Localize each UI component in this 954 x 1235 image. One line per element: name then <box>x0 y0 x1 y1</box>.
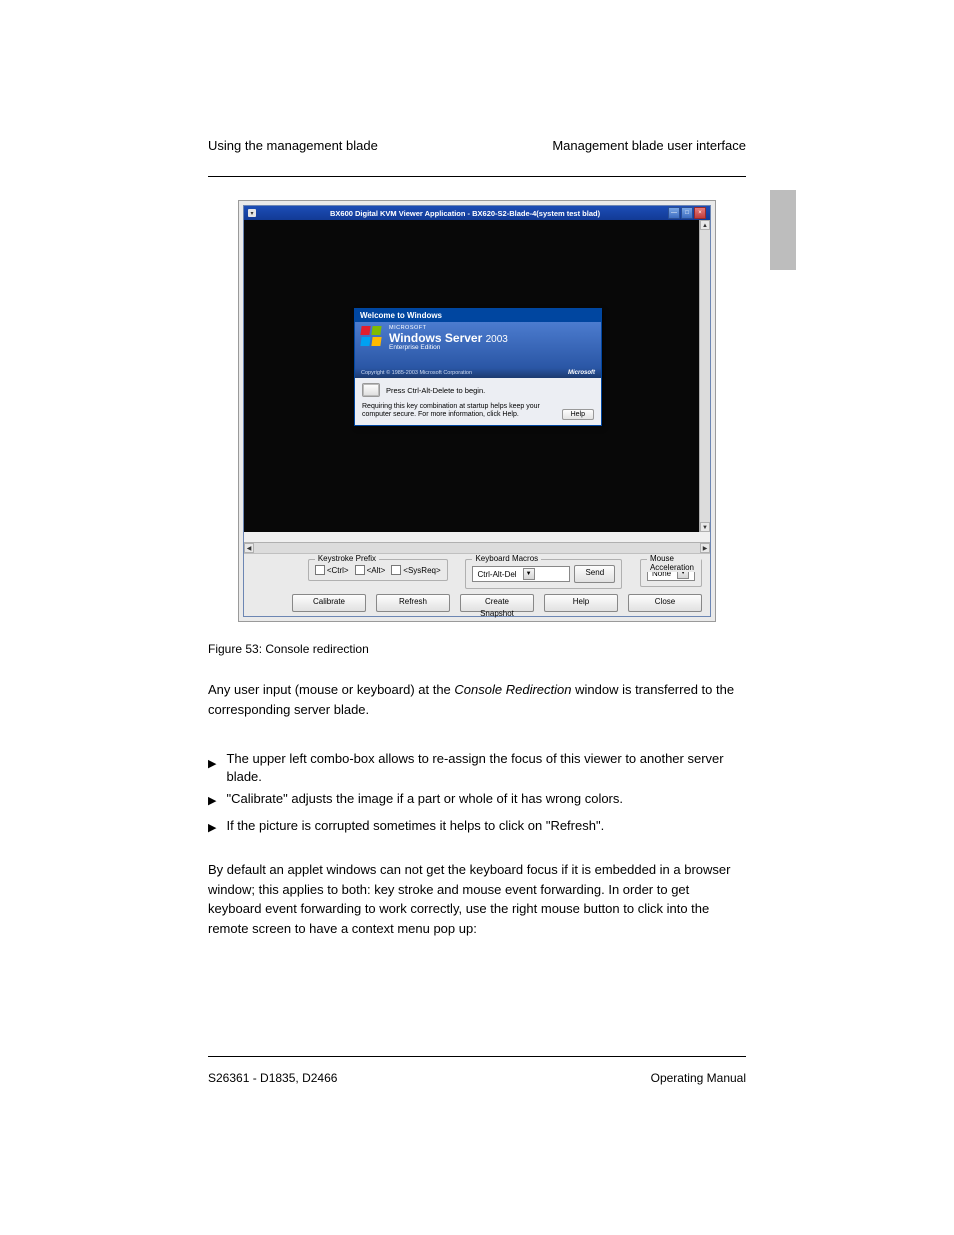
keyboard-icon <box>362 383 380 397</box>
footer-left: S26361 - D1835, D2466 <box>208 1071 337 1085</box>
figure-caption: Figure 53: Console redirection <box>208 642 369 656</box>
titlebar: ▾ BX600 Digital KVM Viewer Application -… <box>244 206 710 220</box>
scroll-left-arrow-icon[interactable]: ◀ <box>244 543 254 553</box>
microsoft-brand: Microsoft <box>568 370 595 376</box>
body-paragraph-2: By default an applet windows can not get… <box>208 860 746 950</box>
maximize-button[interactable]: □ <box>681 207 693 219</box>
welcome-dialog: Welcome to Windows MICROSOFT Windows Ser… <box>354 308 602 426</box>
scroll-right-arrow-icon[interactable]: ▶ <box>700 543 710 553</box>
edition-label: Enterprise Edition <box>389 345 508 352</box>
list-item: ▶ If the picture is corrupted sometimes … <box>208 814 746 839</box>
side-tab <box>770 190 796 270</box>
keyboard-macros-group: Keyboard Macros Ctrl-Alt-Del ▼ Send <box>465 559 622 589</box>
viewer-window: ▾ BX600 Digital KVM Viewer Application -… <box>243 205 711 617</box>
list-item: ▶ "Calibrate" adjusts the image if a par… <box>208 787 746 812</box>
press-ctrl-alt-del-text: Press Ctrl-Alt-Delete to begin. <box>386 386 485 395</box>
windows-logo-icon <box>361 326 383 348</box>
welcome-body: Press Ctrl-Alt-Delete to begin. Requirin… <box>355 378 601 425</box>
header-main-title: Management blade user interface <box>552 138 746 153</box>
horizontal-scrollbar[interactable]: ◀ ▶ <box>244 542 710 553</box>
copyright-text: Copyright © 1985-2003 Microsoft Corporat… <box>361 370 472 376</box>
remote-screen-area[interactable]: Welcome to Windows MICROSOFT Windows Ser… <box>244 220 710 532</box>
bullet-arrow-icon: ▶ <box>208 791 216 812</box>
create-snapshot-button[interactable]: Create Snapshot <box>460 594 534 612</box>
sysreq-checkbox[interactable]: <SysReq> <box>391 565 440 575</box>
controls-panel: Keystroke Prefix <Ctrl> <Alt> <SysReq> K… <box>244 553 710 616</box>
app-menu-icon[interactable]: ▾ <box>248 209 256 217</box>
close-button[interactable]: × <box>694 207 706 219</box>
mouse-accel-group: Mouse Acceleration None ▼ <box>640 559 702 587</box>
scroll-up-arrow-icon[interactable]: ▲ <box>700 220 710 230</box>
bullet-arrow-icon: ▶ <box>208 754 216 775</box>
refresh-button[interactable]: Refresh <box>376 594 450 612</box>
mouse-accel-label: Mouse Acceleration <box>647 554 701 572</box>
vertical-scrollbar[interactable]: ▲ ▼ <box>699 220 710 532</box>
help-button[interactable]: Help <box>544 594 618 612</box>
secure-info-text: Requiring this key combination at startu… <box>362 403 556 420</box>
checkbox-icon <box>315 565 325 575</box>
keystroke-prefix-group: Keystroke Prefix <Ctrl> <Alt> <SysReq> <box>308 559 448 581</box>
window-controls: — □ × <box>668 207 706 219</box>
window-title: BX600 Digital KVM Viewer Application - B… <box>260 209 600 218</box>
bullet-list: ▶ The upper left combo-box allows to re-… <box>208 750 746 841</box>
keyboard-macros-label: Keyboard Macros <box>472 554 541 563</box>
copyright-row: Copyright © 1985-2003 Microsoft Corporat… <box>355 368 601 378</box>
macro-dropdown[interactable]: Ctrl-Alt-Del ▼ <box>472 566 570 582</box>
kvm-screenshot: ▾ BX600 Digital KVM Viewer Application -… <box>238 200 716 622</box>
footer-rule <box>208 1056 746 1057</box>
welcome-help-button[interactable]: Help <box>562 409 594 420</box>
bullet-arrow-icon: ▶ <box>208 818 216 839</box>
calibrate-button[interactable]: Calibrate <box>292 594 366 612</box>
ctrl-checkbox[interactable]: <Ctrl> <box>315 565 349 575</box>
body-paragraph-1: Any user input (mouse or keyboard) at th… <box>208 680 746 731</box>
close-viewer-button[interactable]: Close <box>628 594 702 612</box>
welcome-dialog-title: Welcome to Windows <box>355 309 601 322</box>
viewer-body: Welcome to Windows MICROSOFT Windows Ser… <box>244 220 710 616</box>
windows-server-label: Windows Server 2003 <box>389 332 508 345</box>
welcome-brand-panel: MICROSOFT Windows Server 2003 Enterprise… <box>355 322 601 368</box>
header-rule <box>208 176 746 177</box>
minimize-button[interactable]: — <box>668 207 680 219</box>
send-button[interactable]: Send <box>574 565 615 583</box>
header-section-title: Using the management blade <box>208 138 378 153</box>
footer-right: Operating Manual <box>651 1071 746 1085</box>
keystroke-prefix-label: Keystroke Prefix <box>315 554 379 563</box>
list-item: ▶ The upper left combo-box allows to re-… <box>208 750 746 785</box>
chevron-down-icon: ▼ <box>523 568 535 580</box>
checkbox-icon <box>355 565 365 575</box>
checkbox-icon <box>391 565 401 575</box>
scroll-down-arrow-icon[interactable]: ▼ <box>700 522 710 532</box>
document-page: Using the management blade Management bl… <box>0 0 954 1235</box>
alt-checkbox[interactable]: <Alt> <box>355 565 386 575</box>
